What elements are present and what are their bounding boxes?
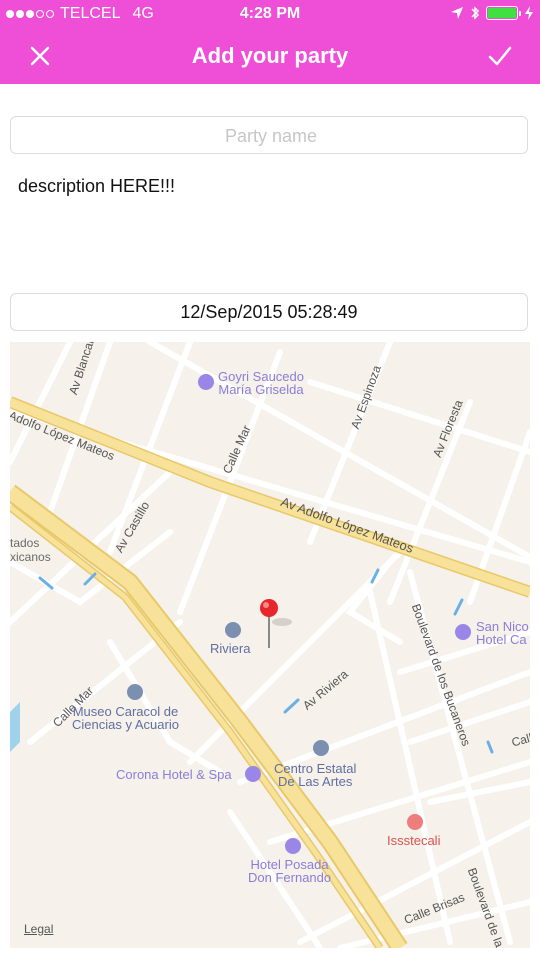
poi-posada[interactable]: Hotel Posada Don Fernando	[248, 858, 331, 884]
page-title: Add your party	[191, 43, 349, 68]
hotel-icon	[198, 374, 214, 390]
map-view[interactable]: Av Blancarte Adolfo López Mateos Av Espi…	[10, 342, 530, 948]
map-legal-link[interactable]: Legal	[24, 922, 53, 936]
museum-icon	[225, 622, 241, 638]
navigation-bar: Add your party	[0, 28, 540, 84]
battery-icon	[486, 6, 521, 20]
poi-centro[interactable]: Centro Estatal De Las Artes	[274, 762, 356, 788]
status-right	[450, 5, 534, 21]
hotel-icon	[285, 838, 301, 854]
party-name-field[interactable]	[10, 116, 531, 155]
poi-issstecali[interactable]: Issstecali	[387, 834, 440, 847]
bluetooth-icon	[471, 6, 480, 20]
poi-estados: tados xicanos	[10, 536, 51, 564]
hotel-icon	[455, 624, 471, 640]
hospital-icon	[407, 814, 423, 830]
checkmark-icon	[488, 46, 512, 66]
map-pin-icon[interactable]	[258, 598, 298, 652]
poi-goyri[interactable]: Goyri Saucedo María Griselda	[218, 370, 304, 396]
description-textarea[interactable]: description HERE!!!	[18, 176, 518, 276]
hotel-icon	[245, 766, 261, 782]
poi-riviera[interactable]: Riviera	[210, 642, 250, 655]
charging-icon	[525, 6, 533, 20]
museum-icon	[313, 740, 329, 756]
location-arrow-icon	[451, 7, 463, 19]
poi-san-nico[interactable]: San Nico Hotel Ca	[476, 620, 529, 646]
poi-museo[interactable]: Museo Caracol de Ciencias y Acuario	[72, 705, 179, 731]
date-field[interactable]: 12/Sep/2015 05:28:49	[10, 293, 528, 331]
poi-corona[interactable]: Corona Hotel & Spa	[116, 768, 232, 781]
status-bar: TELCEL 4G 4:28 PM	[0, 0, 540, 28]
party-name-input[interactable]	[11, 117, 531, 155]
done-button[interactable]	[484, 40, 516, 72]
museum-icon	[127, 684, 143, 700]
